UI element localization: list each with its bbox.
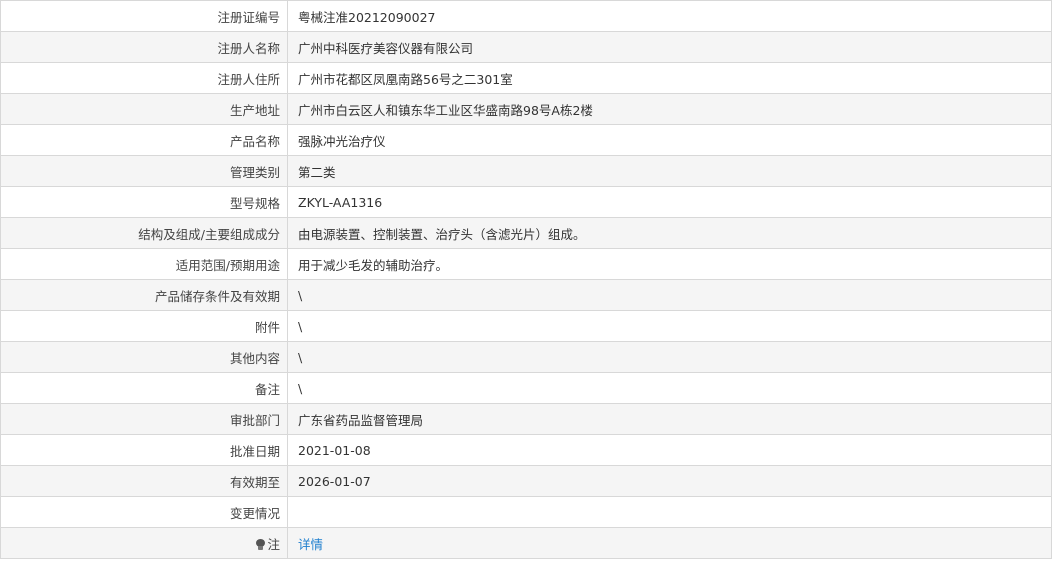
note-label-cell: 注 — [0, 527, 288, 559]
table-row: 注册人住所 广州市花都区凤凰南路56号之二301室 — [0, 62, 1052, 94]
table-row: 附件 \ — [0, 310, 1052, 342]
note-row: 注 详情 — [0, 527, 1052, 559]
field-value: \ — [287, 279, 1052, 311]
field-label: 变更情况 — [0, 496, 288, 528]
field-label: 生产地址 — [0, 93, 288, 125]
field-label: 结构及组成/主要组成成分 — [0, 217, 288, 249]
table-row: 其他内容 \ — [0, 341, 1052, 373]
details-link[interactable]: 详情 — [298, 537, 323, 552]
field-label: 附件 — [0, 310, 288, 342]
note-label: 注 — [267, 536, 280, 552]
field-value: \ — [287, 341, 1052, 373]
field-label: 批准日期 — [0, 434, 288, 466]
field-value: 由电源装置、控制装置、治疗头（含滤光片）组成。 — [287, 217, 1052, 249]
table-row: 产品储存条件及有效期 \ — [0, 279, 1052, 311]
field-value: ZKYL-AA1316 — [287, 186, 1052, 218]
field-value: \ — [287, 310, 1052, 342]
field-value: 广州中科医疗美容仪器有限公司 — [287, 31, 1052, 63]
note-value-cell: 详情 — [287, 527, 1052, 559]
field-value: 2026-01-07 — [287, 465, 1052, 497]
field-value: 广州市花都区凤凰南路56号之二301室 — [287, 62, 1052, 94]
field-value: 2021-01-08 — [287, 434, 1052, 466]
field-label: 型号规格 — [0, 186, 288, 218]
field-label: 注册人名称 — [0, 31, 288, 63]
field-label: 产品储存条件及有效期 — [0, 279, 288, 311]
table-row: 结构及组成/主要组成成分 由电源装置、控制装置、治疗头（含滤光片）组成。 — [0, 217, 1052, 249]
field-value: 第二类 — [287, 155, 1052, 187]
field-label: 备注 — [0, 372, 288, 404]
field-value: 用于减少毛发的辅助治疗。 — [287, 248, 1052, 280]
field-label: 有效期至 — [0, 465, 288, 497]
table-row: 适用范围/预期用途 用于减少毛发的辅助治疗。 — [0, 248, 1052, 280]
table-row: 有效期至 2026-01-07 — [0, 465, 1052, 497]
field-value: \ — [287, 372, 1052, 404]
table-row: 产品名称 强脉冲光治疗仪 — [0, 124, 1052, 156]
table-row: 备注 \ — [0, 372, 1052, 404]
field-value: 广东省药品监督管理局 — [287, 403, 1052, 435]
field-label: 产品名称 — [0, 124, 288, 156]
table-row: 型号规格 ZKYL-AA1316 — [0, 186, 1052, 218]
lightbulb-icon — [256, 538, 266, 551]
field-value: 粤械注准20212090027 — [287, 0, 1052, 32]
table-row: 注册证编号 粤械注准20212090027 — [0, 0, 1052, 32]
registration-detail-table: 注册证编号 粤械注准20212090027 注册人名称 广州中科医疗美容仪器有限… — [0, 0, 1052, 559]
field-label: 适用范围/预期用途 — [0, 248, 288, 280]
field-label: 审批部门 — [0, 403, 288, 435]
table-row: 注册人名称 广州中科医疗美容仪器有限公司 — [0, 31, 1052, 63]
table-row: 批准日期 2021-01-08 — [0, 434, 1052, 466]
table-row: 审批部门 广东省药品监督管理局 — [0, 403, 1052, 435]
field-label: 其他内容 — [0, 341, 288, 373]
table-row: 生产地址 广州市白云区人和镇东华工业区华盛南路98号A栋2楼 — [0, 93, 1052, 125]
table-row: 管理类别 第二类 — [0, 155, 1052, 187]
field-label: 注册证编号 — [0, 0, 288, 32]
field-value: 强脉冲光治疗仪 — [287, 124, 1052, 156]
field-label: 管理类别 — [0, 155, 288, 187]
field-value: 广州市白云区人和镇东华工业区华盛南路98号A栋2楼 — [287, 93, 1052, 125]
table-row: 变更情况 — [0, 496, 1052, 528]
field-value — [287, 496, 1052, 528]
field-label: 注册人住所 — [0, 62, 288, 94]
